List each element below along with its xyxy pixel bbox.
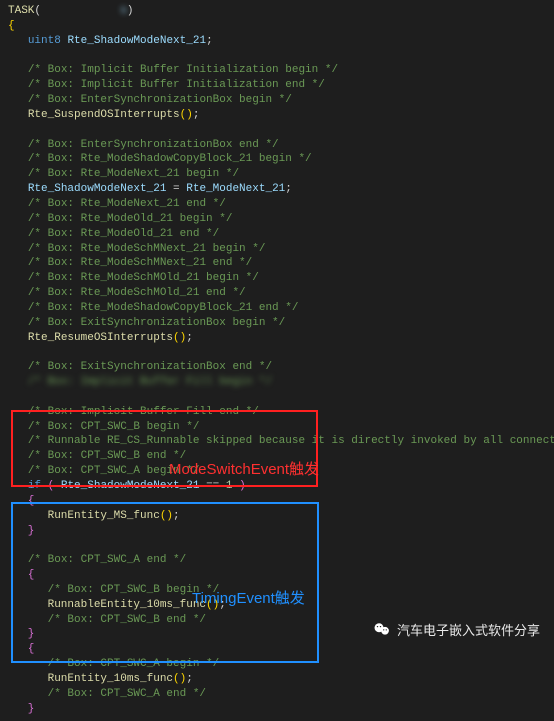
- code-line: Rte_ShadowModeNext_21 = Rte_ModeNext_21;: [8, 182, 546, 197]
- code-line: }: [8, 702, 546, 717]
- code-line: Rte_SuspendOSInterrupts();: [8, 108, 546, 123]
- comment-line: /* Box: ExitSynchronizationBox begin */: [8, 316, 546, 331]
- code-line: uint8 Rte_ShadowModeNext_21;: [8, 34, 546, 49]
- code-line: RunnableEntity_10ms_func();: [8, 598, 546, 613]
- comment-line: /* Box: Rte_ModeSchMNext_21 end */: [8, 256, 546, 271]
- source-label: 汽车电子嵌入式软件分享: [397, 620, 540, 639]
- comment-line: /* Box: ExitSynchronizationBox end */: [8, 360, 546, 375]
- comment-line: /* Box: Implicit Buffer Fill end */: [8, 405, 546, 420]
- comment-line: /* Box: Rte_ModeNext_21 begin */: [8, 167, 546, 182]
- comment-line: /* Runnable RE_CS_Runnable skipped becau…: [8, 434, 546, 449]
- source-watermark: 汽车电子嵌入式软件分享: [373, 620, 540, 639]
- code-line: [8, 123, 546, 138]
- comment-line: /* Box: CPT_SWC_A begin */: [8, 657, 546, 672]
- code-line: TASK( s): [8, 4, 546, 19]
- comment-line: /* Box: EnterSynchronizationBox begin */: [8, 93, 546, 108]
- code-line: }: [8, 524, 546, 539]
- comment-line: /* Box: CPT_SWC_B begin */: [8, 420, 546, 435]
- comment-line: /* Box: Rte_ModeSchMOld_21 begin */: [8, 271, 546, 286]
- code-line: [8, 538, 546, 553]
- comment-line: /* Box: CPT_SWC_B begin */: [8, 583, 546, 598]
- code-line: Rte_ResumeOSInterrupts();: [8, 331, 546, 346]
- code-line: [8, 49, 546, 64]
- code-line: {: [8, 642, 546, 657]
- code-line: {: [8, 19, 546, 34]
- comment-line: /* Box: CPT_SWC_A end */: [8, 687, 546, 702]
- comment-line: /* Box: CPT_SWC_A begin */: [8, 464, 546, 479]
- comment-line: /* Box: Rte_ModeOld_21 begin */: [8, 212, 546, 227]
- comment-line: /* Box: Implicit Buffer Initialization e…: [8, 78, 546, 93]
- code-line: {: [8, 494, 546, 509]
- code-line: {: [8, 568, 546, 583]
- comment-line: /* Box: Implicit Buffer Fill begin */: [8, 375, 546, 390]
- comment-line: /* Box: EnterSynchronizationBox end */: [8, 138, 546, 153]
- code-editor: TASK( s) { uint8 Rte_ShadowModeNext_21; …: [0, 0, 554, 721]
- code-line: RunEntity_MS_func();: [8, 509, 546, 524]
- comment-line: [8, 390, 546, 405]
- code-line: RunEntity_10ms_func();: [8, 672, 546, 687]
- code-line: [8, 345, 546, 360]
- wechat-icon: [373, 621, 391, 639]
- comment-line: /* Box: Rte_ModeSchMNext_21 begin */: [8, 242, 546, 257]
- comment-line: /* Box: Implicit Buffer Initialization b…: [8, 63, 546, 78]
- comment-line: /* Box: Rte_ModeOld_21 end */: [8, 227, 546, 242]
- comment-line: /* Box: Rte_ModeShadowCopyBlock_21 begin…: [8, 152, 546, 167]
- comment-line: /* Box: CPT_SWC_A end */: [8, 553, 546, 568]
- comment-line: /* Box: Rte_ModeNext_21 end */: [8, 197, 546, 212]
- comment-line: /* Box: Rte_ModeSchMOld_21 end */: [8, 286, 546, 301]
- code-line: if ( Rte_ShadowModeNext_21 == 1 ): [8, 479, 546, 494]
- comment-line: /* Box: Rte_ModeShadowCopyBlock_21 end *…: [8, 301, 546, 316]
- comment-line: /* Box: CPT_SWC_B end */: [8, 449, 546, 464]
